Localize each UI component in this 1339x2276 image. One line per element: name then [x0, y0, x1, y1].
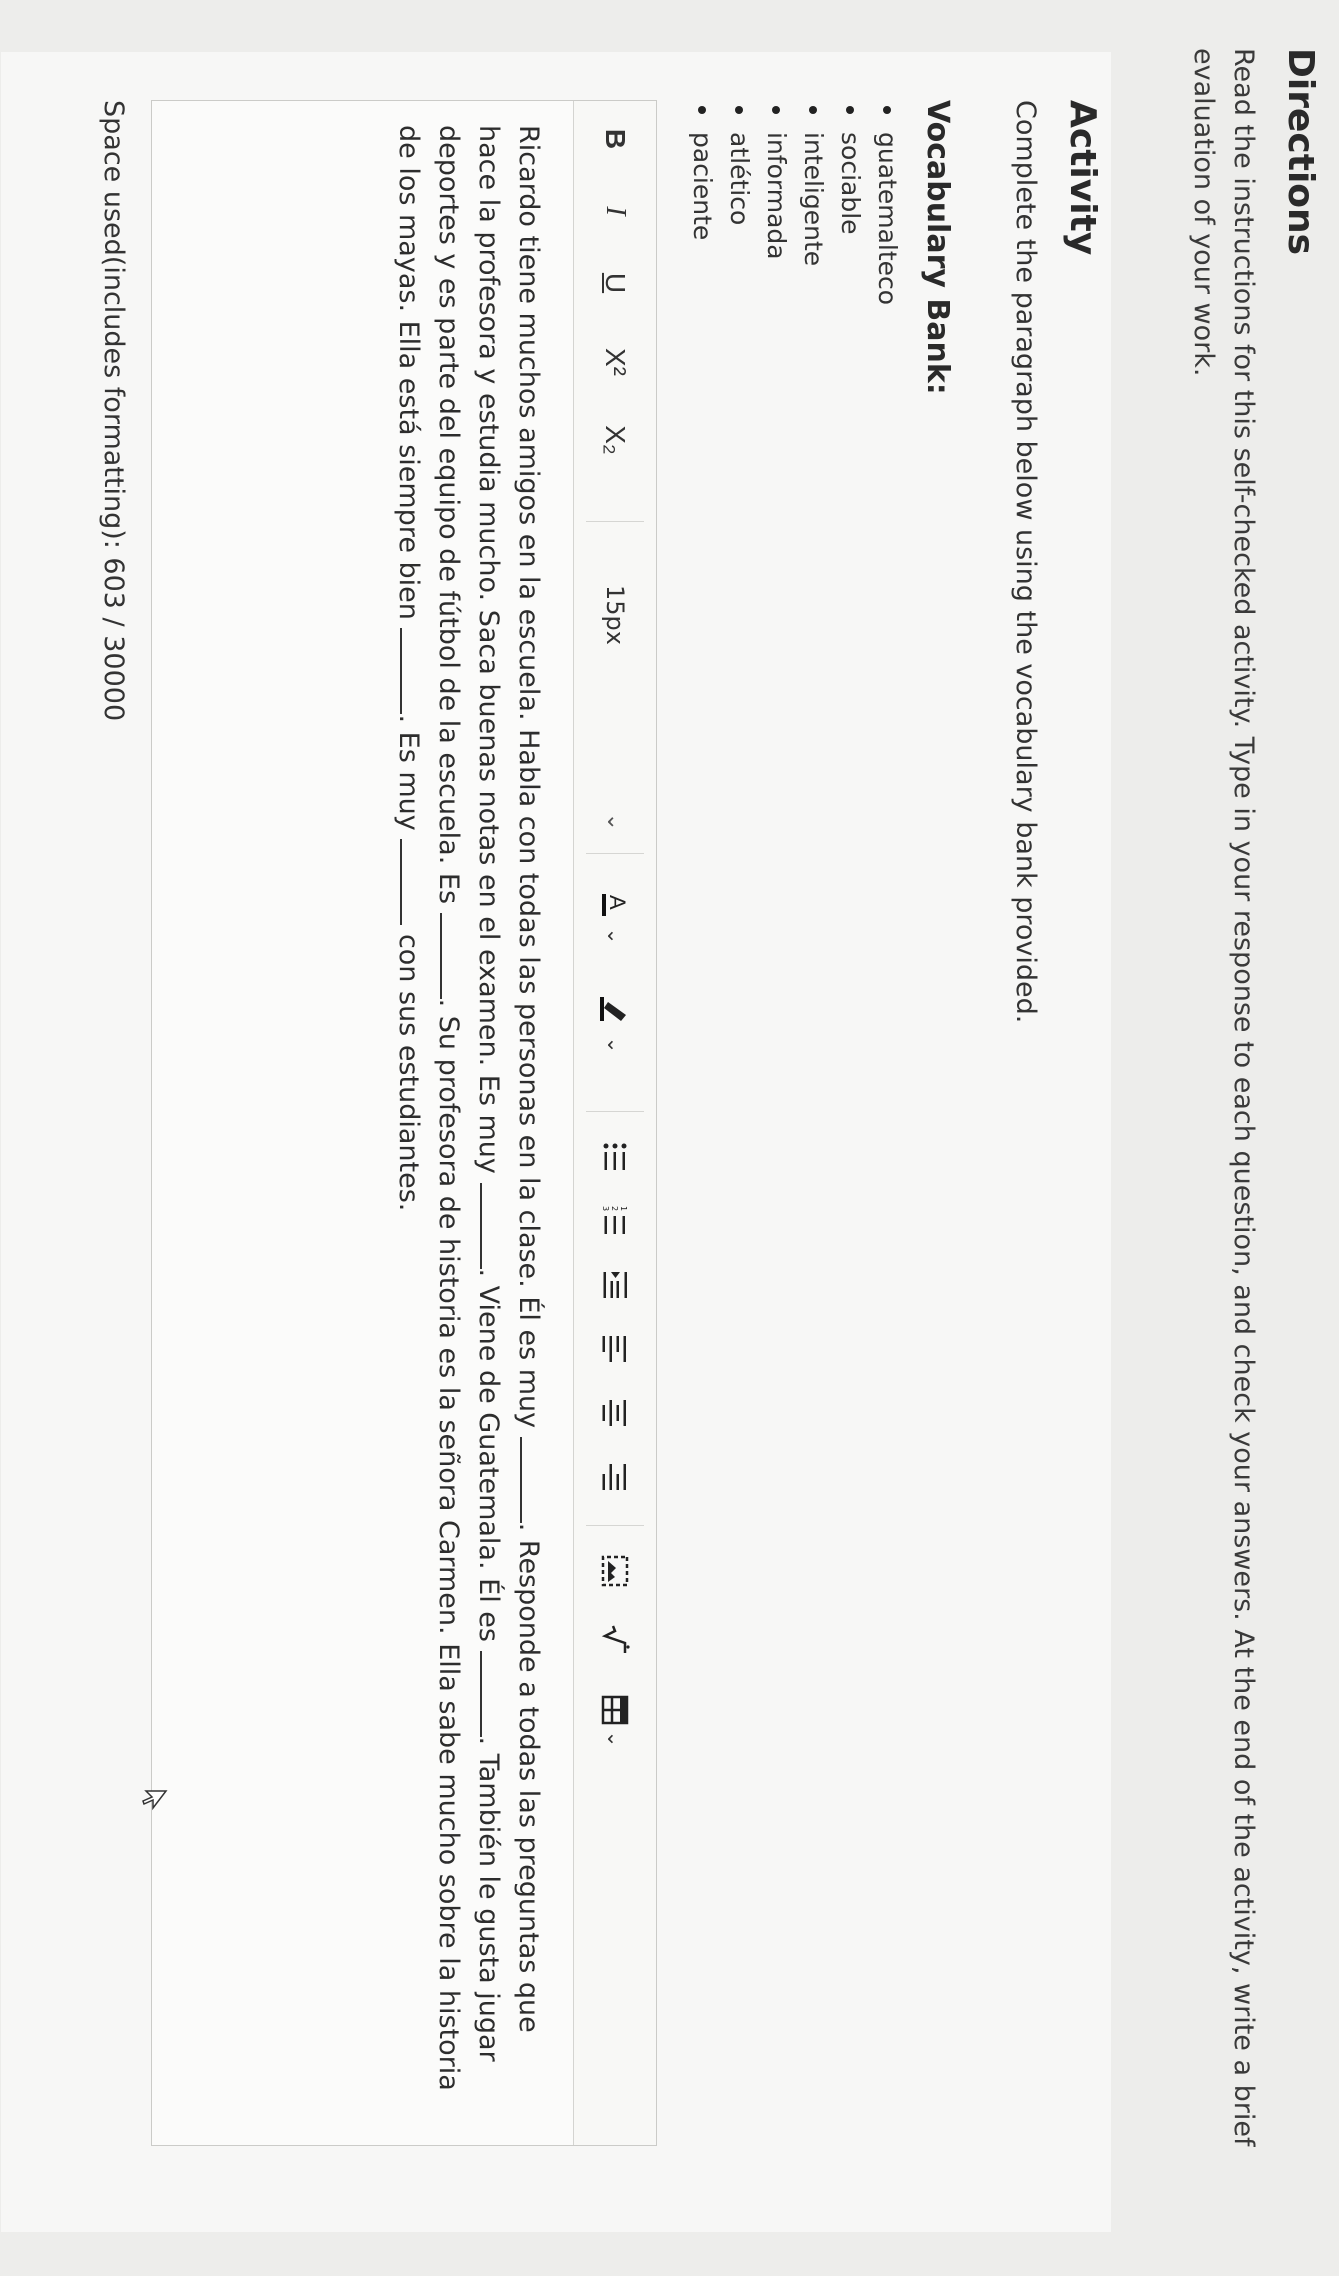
editor-content[interactable]: Ricardo tiene muchos amigos en la escuel…: [388, 125, 548, 2105]
svg-text:1: 1: [619, 1206, 628, 1211]
activity-card: Activity Complete the paragraph below us…: [1, 52, 1111, 2232]
paragraph-text: . Es muy: [393, 714, 424, 831]
chevron-down-icon: ⌄: [603, 927, 627, 945]
vocabulary-list: guatemalteco sociable inteligente inform…: [684, 102, 906, 305]
insert-table-button[interactable]: ⌄: [574, 1679, 656, 1763]
chevron-down-icon: ⌄: [603, 1036, 627, 1054]
svg-text:3: 3: [601, 1206, 610, 1211]
numbered-list-icon: 123: [601, 1206, 629, 1236]
answer-blank[interactable]: [440, 912, 466, 999]
editor-toolbar: B I U X² X₂ 15px ⌄ A ⌄ ⌄ 1 2 3 ⌄: [142, 101, 656, 2145]
space-used-counter: Space used(includes formatting): 603 / 3…: [98, 100, 129, 722]
paragraph-text: con sus estudiantes.: [393, 933, 424, 1212]
align-right-button[interactable]: [574, 1449, 656, 1505]
numbered-list-button[interactable]: 123: [574, 1193, 656, 1249]
answer-blank[interactable]: [400, 839, 426, 926]
align-left-icon: [601, 1334, 629, 1364]
toolbar-divider: [586, 1111, 644, 1112]
square-root-icon: [600, 1623, 630, 1655]
text-color-icon: A: [598, 888, 632, 922]
toolbar-divider: [586, 1525, 644, 1526]
vocabulary-bank-title: Vocabulary Bank:: [920, 100, 955, 395]
align-right-icon: [601, 1462, 629, 1492]
mouse-pointer-icon: [140, 1787, 170, 1817]
subscript-button[interactable]: X₂: [574, 405, 656, 475]
rich-text-editor[interactable]: B I U X² X₂ 15px ⌄ A ⌄ ⌄ 1 2 3 ⌄ Ricardo…: [142, 100, 657, 2146]
paragraph-text: . Viene de Guatemala. Él es: [473, 1268, 504, 1642]
superscript-button[interactable]: X²: [574, 327, 656, 397]
font-size-value: 15px: [601, 585, 629, 645]
vocab-item: paciente: [684, 102, 721, 305]
bullet-list-button[interactable]: [574, 1129, 656, 1185]
align-left-button[interactable]: [574, 1321, 656, 1377]
table-icon: [601, 1695, 629, 1725]
svg-text:2: 2: [610, 1206, 619, 1211]
text-color-button[interactable]: A ⌄: [574, 871, 656, 961]
insert-equation-button[interactable]: [574, 1609, 656, 1669]
image-icon: [600, 1555, 630, 1587]
vocab-item: informada: [758, 102, 795, 305]
highlighter-icon: [598, 993, 632, 1029]
answer-blank[interactable]: [480, 1650, 506, 1737]
activity-page: Directions Read the instructions for thi…: [0, 0, 1339, 2276]
paragraph-text: Ricardo tiene muchos amigos en la escuel…: [513, 125, 544, 1429]
answer-blank[interactable]: [480, 1182, 506, 1269]
underline-button[interactable]: U: [574, 253, 656, 313]
directions-text: Read the instructions for this self-chec…: [1188, 48, 1259, 2147]
chevron-down-icon: ⌄: [602, 812, 628, 831]
align-center-icon: [601, 1398, 629, 1428]
chevron-down-icon: ⌄: [603, 1730, 627, 1748]
bold-button[interactable]: B: [574, 109, 656, 169]
font-size-select[interactable]: 15px ⌄: [574, 573, 656, 843]
vocab-item: inteligente: [795, 102, 832, 305]
vocab-item: guatemalteco: [869, 102, 906, 305]
vocab-item: atlético: [721, 102, 758, 305]
toolbar-divider: [586, 521, 644, 522]
highlight-color-button[interactable]: ⌄: [574, 973, 656, 1073]
italic-button[interactable]: I: [574, 181, 656, 241]
answer-blank[interactable]: [520, 1436, 546, 1523]
activity-title: Activity: [1062, 100, 1103, 256]
align-center-button[interactable]: [574, 1385, 656, 1441]
svg-text:A: A: [605, 895, 630, 910]
insert-image-button[interactable]: [574, 1541, 656, 1601]
answer-blank[interactable]: [400, 628, 426, 715]
indent-icon: [601, 1270, 629, 1300]
indent-button[interactable]: [574, 1257, 656, 1313]
bullet-list-icon: [601, 1142, 629, 1172]
toolbar-divider: [586, 853, 644, 854]
directions-title: Directions: [1280, 48, 1321, 256]
activity-instructions: Complete the paragraph below using the v…: [1010, 100, 1041, 1024]
vocab-item: sociable: [832, 102, 869, 305]
